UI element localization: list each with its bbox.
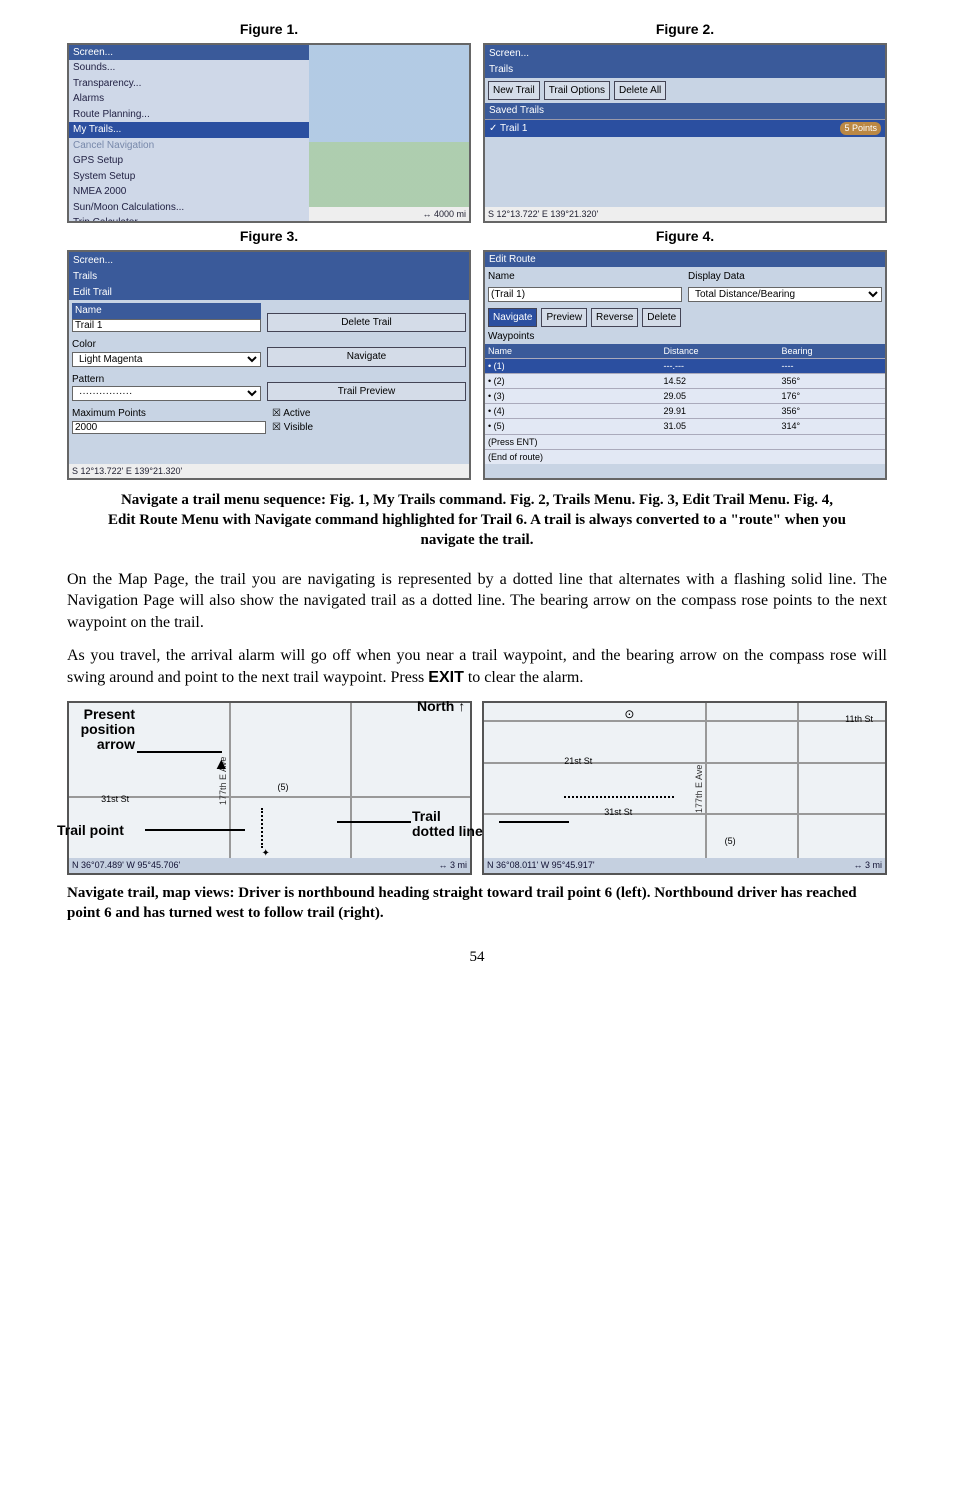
menu-item-route-planning[interactable]: Route Planning... [69, 107, 309, 123]
table-row[interactable]: • (1)---.------- [485, 358, 885, 373]
trail-name-input[interactable] [72, 319, 261, 332]
fig2-menu-title: Screen... [485, 45, 885, 63]
navigate-button[interactable]: Navigate [267, 347, 466, 367]
fig2-coords: S 12°13.722' E 139°21.320' [488, 208, 598, 220]
color-label: Color [72, 338, 261, 352]
fig3-status-bar: S 12°13.722' E 139°21.320' [69, 464, 469, 478]
menu-item-alarms[interactable]: Alarms [69, 91, 309, 107]
maxpoints-label: Maximum Points [72, 407, 266, 421]
trail-options-button[interactable]: Trail Options [544, 81, 610, 101]
pattern-select[interactable]: ················ [72, 386, 261, 401]
fig3-edittrail-hdr: Edit Trail [69, 285, 469, 301]
menu-item-sounds[interactable]: Sounds... [69, 60, 309, 76]
figure-1-screen: Screen... Sounds... Transparency... Alar… [67, 43, 471, 223]
map-right-scale: ↔ 3 mi [853, 859, 882, 871]
north-arrow-icon: ↑ [458, 698, 465, 714]
saved-trails-header: Saved Trails [485, 103, 885, 119]
body-paragraph-2: As you travel, the arrival alarm will go… [67, 645, 887, 688]
waypoints-header: Waypoints [485, 330, 885, 344]
fig3-coords: S 12°13.722' E 139°21.320' [72, 465, 182, 477]
table-row[interactable]: • (4)29.91356° [485, 404, 885, 419]
maxpoints-input[interactable] [72, 421, 266, 434]
table-row[interactable]: • (3)29.05176° [485, 389, 885, 404]
road-label: 177th E Ave [693, 765, 705, 813]
route-preview-button[interactable]: Preview [541, 308, 587, 328]
trail-row-points: 5 Points [840, 122, 881, 136]
compass-icon: ⊙ [624, 706, 634, 722]
new-trail-button[interactable]: New Trail [488, 81, 540, 101]
waypoints-table: Name Distance Bearing • (1)---.------- •… [485, 344, 885, 464]
fig3-menu-title: Screen... [69, 252, 469, 270]
menu-item-system-setup[interactable]: System Setup [69, 169, 309, 185]
active-checkbox[interactable]: ☒ Active [272, 407, 466, 421]
fig4-name-label: Name [488, 270, 682, 284]
road-label: 21st St [564, 755, 592, 767]
pattern-label: Pattern [72, 373, 261, 387]
wp-label: (5) [278, 781, 289, 793]
fig3-trails-hdr: Trails [69, 269, 469, 285]
color-select[interactable]: Light Magenta [72, 352, 261, 367]
fig2-status-bar: S 12°13.722' E 139°21.320' [485, 207, 885, 221]
body-paragraph-1: On the Map Page, the trail you are navig… [67, 569, 887, 634]
figure-caption-2: Navigate trail, map views: Driver is nor… [67, 883, 887, 924]
map-right: 11th St 21st St 31st St 177th E Ave (5) … [482, 701, 887, 875]
name-label: Name [72, 303, 261, 319]
trail-row-1[interactable]: ✓ Trail 1 5 Points [485, 119, 885, 138]
map-left-scale: ↔ 3 mi [438, 859, 467, 871]
trail-row-name: ✓ Trail 1 [489, 122, 527, 136]
col-distance: Distance [661, 344, 779, 359]
present-arrow-icon: ▲ [213, 754, 229, 776]
figure-caption-1: Navigate a trail menu sequence: Fig. 1, … [107, 490, 847, 551]
menu-item-transparency[interactable]: Transparency... [69, 76, 309, 92]
route-name-input[interactable] [488, 287, 682, 302]
visible-checkbox[interactable]: ☒ Visible [272, 421, 466, 435]
menu-item-gps-setup[interactable]: GPS Setup [69, 153, 309, 169]
present-position-label: Present position arrow [63, 707, 135, 753]
col-name: Name [485, 344, 661, 359]
menu-item-nmea[interactable]: NMEA 2000 [69, 184, 309, 200]
north-label: North ↑ [417, 697, 465, 716]
menu-item-sunmoon[interactable]: Sun/Moon Calculations... [69, 200, 309, 216]
delete-all-button[interactable]: Delete All [614, 81, 666, 101]
figure-2-screen: Screen... Trails New Trail Trail Options… [483, 43, 887, 223]
delete-trail-button[interactable]: Delete Trail [267, 313, 466, 333]
fig1-menu-title: Screen... [69, 45, 309, 61]
fig1-main-menu[interactable]: Screen... Sounds... Transparency... Alar… [69, 45, 309, 223]
route-delete-button[interactable]: Delete [642, 308, 681, 328]
menu-item-cancel-nav: Cancel Navigation [69, 138, 309, 154]
road-label: 31st St [101, 793, 129, 805]
trail-point-label: Trail point [57, 821, 124, 840]
page-number: 54 [67, 947, 887, 967]
trail-dotted-label: Trail dotted line [412, 809, 483, 840]
map-left-coords: N 36°07.489' W 95°45.706' [72, 859, 180, 871]
fig2-trails-header: Trails [485, 62, 885, 78]
table-row[interactable]: • (2)14.52356° [485, 374, 885, 389]
display-data-select[interactable]: Total Distance/Bearing [688, 287, 882, 302]
table-row[interactable]: • (5)31.05314° [485, 419, 885, 434]
menu-item-trip-calc[interactable]: Trip Calculator... [69, 215, 309, 223]
figure-1-label: Figure 1. [67, 20, 471, 39]
route-reverse-button[interactable]: Reverse [591, 308, 638, 328]
fig1-scale: ↔ 4000 mi [422, 208, 466, 220]
figure-3-screen: Screen... Trails Edit Trail Name Delete … [67, 250, 471, 480]
figure-4-label: Figure 4. [483, 227, 887, 246]
col-bearing: Bearing [778, 344, 885, 359]
figure-3-label: Figure 3. [67, 227, 471, 246]
fig4-editroute-hdr: Edit Route [485, 252, 885, 268]
road-label: 31st St [604, 806, 632, 818]
fig4-display-label: Display Data [688, 270, 882, 284]
exit-key-label: EXIT [428, 669, 464, 686]
table-row[interactable]: (Press ENT) [485, 434, 885, 449]
road-label: 11th St [845, 713, 873, 725]
figure-2-label: Figure 2. [483, 20, 887, 39]
table-row[interactable]: (End of route) [485, 449, 885, 464]
trail-preview-button[interactable]: Trail Preview [267, 382, 466, 402]
map-right-coords: N 36°08.011' W 95°45.917' [487, 859, 595, 871]
route-navigate-button[interactable]: Navigate [488, 308, 537, 328]
figure-4-screen: Edit Route Name Display Data Total Dista… [483, 250, 887, 480]
wp-label: (5) [725, 835, 736, 847]
menu-item-my-trails[interactable]: My Trails... [69, 122, 309, 138]
